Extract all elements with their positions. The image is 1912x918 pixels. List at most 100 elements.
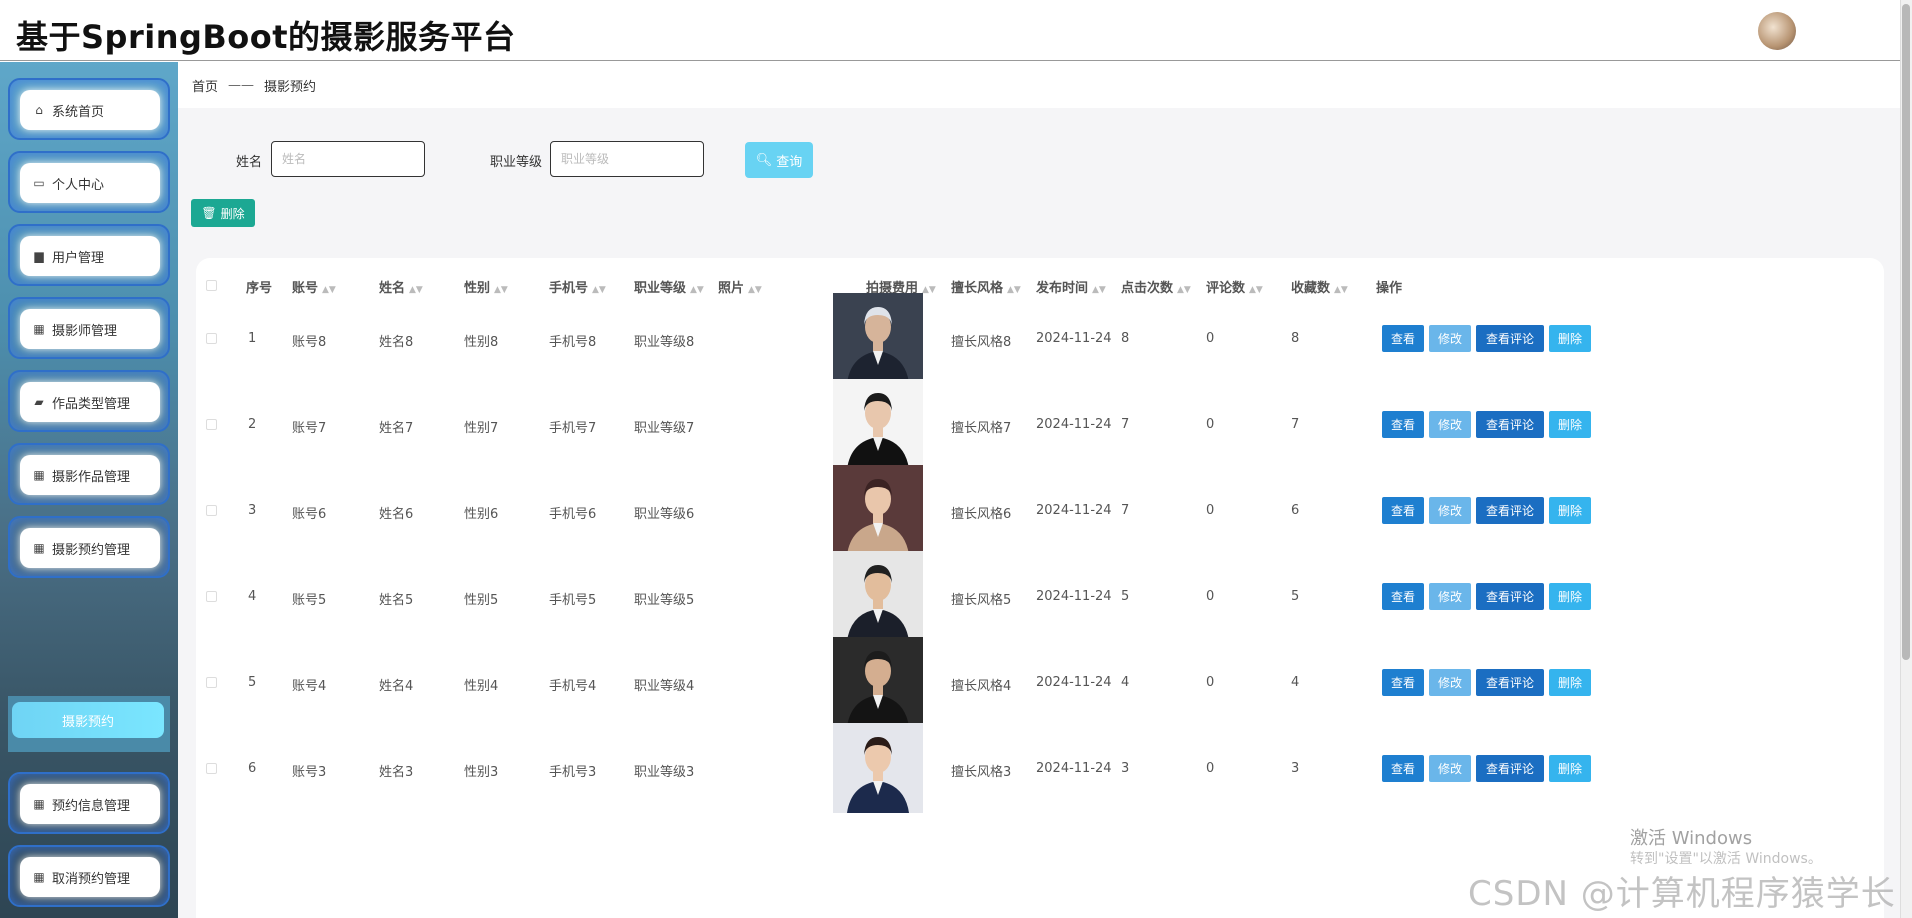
column-header[interactable]: 性别 ▲▼ — [464, 277, 508, 296]
view-button[interactable]: 查看 — [1382, 497, 1424, 524]
delete-button[interactable]: 删除 — [1549, 497, 1591, 524]
delete-button[interactable]: 删除 — [1549, 583, 1591, 610]
cell-time: 2024-11-24 — [1036, 675, 1112, 690]
cell-favs: 8 — [1291, 331, 1300, 346]
sidebar-item-personal-center[interactable]: ▭ 个人中心 — [8, 151, 170, 213]
edit-button[interactable]: 修改 — [1429, 755, 1471, 782]
grid-icon: ▦ — [33, 322, 45, 336]
sidebar-subitem-photo-booking[interactable]: 摄影预约 — [12, 702, 164, 738]
cell-phone: 手机号8 — [549, 335, 597, 350]
view-button[interactable]: 查看 — [1382, 411, 1424, 438]
edit-button[interactable]: 修改 — [1429, 411, 1471, 438]
column-header[interactable]: 账号 ▲▼ — [292, 277, 336, 296]
sidebar-item-work-type-management[interactable]: ▰ 作品类型管理 — [8, 370, 170, 432]
breadcrumb: 首页 —— 摄影预约 — [178, 62, 1900, 108]
edit-button[interactable]: 修改 — [1429, 669, 1471, 696]
edit-button[interactable]: 修改 — [1429, 583, 1471, 610]
portrait-photo — [833, 723, 923, 813]
portrait-photo — [833, 379, 923, 469]
sidebar-item-booking-info-management[interactable]: ▦ 预约信息管理 — [8, 772, 170, 834]
cell-style: 擅长风格5 — [951, 593, 1012, 608]
cell-comments: 0 — [1206, 675, 1215, 690]
delete-button[interactable]: 删除 — [1549, 411, 1591, 438]
sort-icon: ▲▼ — [1334, 285, 1348, 295]
column-header[interactable]: 照片 ▲▼ — [718, 277, 762, 296]
row-checkbox[interactable] — [206, 591, 217, 602]
cell-no: 1 — [248, 331, 257, 346]
view-button[interactable]: 查看 — [1382, 755, 1424, 782]
column-header[interactable]: 发布时间 ▲▼ — [1036, 277, 1106, 296]
column-header[interactable]: 手机号 ▲▼ — [549, 277, 606, 296]
query-button[interactable]: 🔍︎ 查询 — [745, 142, 813, 178]
sidebar-item-home[interactable]: ⌂ 系统首页 — [8, 78, 170, 140]
sidebar-item-cancel-booking-management[interactable]: ▦ 取消预约管理 — [8, 845, 170, 907]
cell-style: 擅长风格4 — [951, 679, 1012, 694]
delete-button[interactable]: 删除 — [1549, 669, 1591, 696]
grid-icon: ▦ — [33, 870, 45, 884]
sidebar-item-booking-management[interactable]: ▦ 摄影预约管理 — [8, 516, 170, 578]
main-content: 首页 —— 摄影预约 姓名 职业等级 🔍︎ 查询 🗑︎ 删除 序号 账号▲▼ 姓… — [178, 62, 1900, 918]
sidebar: ⌂ 系统首页 ▭ 个人中心 ▆ 用户管理 ▦ 摄影师管理 ▰ 作品类型管理 ▦ 摄影作品管理… — [0, 62, 178, 918]
edit-button[interactable]: 修改 — [1429, 497, 1471, 524]
cell-favs: 5 — [1291, 589, 1300, 604]
cell-favs: 3 — [1291, 761, 1300, 776]
user-icon: ▆ — [34, 249, 44, 263]
sidebar-item-photo-work-management[interactable]: ▦ 摄影作品管理 — [8, 443, 170, 505]
delete-button[interactable]: 删除 — [1549, 755, 1591, 782]
name-label: 姓名 — [236, 155, 263, 170]
view-button[interactable]: 查看 — [1382, 325, 1424, 352]
view-comments-button[interactable]: 查看评论 — [1476, 669, 1544, 696]
cell-time: 2024-11-24 — [1036, 761, 1112, 776]
view-comments-button[interactable]: 查看评论 — [1476, 411, 1544, 438]
column-header[interactable]: 擅长风格 ▲▼ — [951, 277, 1021, 296]
sidebar-submenu: 摄影预约 — [8, 696, 170, 752]
delete-button[interactable]: 删除 — [1549, 325, 1591, 352]
sidebar-item-user-management[interactable]: ▆ 用户管理 — [8, 224, 170, 286]
row-checkbox[interactable] — [206, 677, 217, 688]
sort-icon: ▲▼ — [748, 285, 762, 295]
view-comments-button[interactable]: 查看评论 — [1476, 583, 1544, 610]
row-checkbox[interactable] — [206, 333, 217, 344]
sidebar-item-label: 预约信息管理 — [52, 798, 131, 814]
page-scrollbar-thumb[interactable] — [1902, 4, 1910, 660]
cell-comments: 0 — [1206, 761, 1215, 776]
cell-name: 姓名4 — [379, 679, 414, 694]
row-checkbox[interactable] — [206, 505, 217, 516]
name-search-input[interactable] — [271, 141, 425, 177]
windows-activation-subtitle: 转到"设置"以激活 Windows。 — [1630, 851, 1822, 867]
edit-button[interactable]: 修改 — [1429, 325, 1471, 352]
cell-gender: 性别5 — [464, 593, 499, 608]
row-checkbox[interactable] — [206, 419, 217, 430]
bulk-delete-button[interactable]: 🗑︎ 删除 — [191, 199, 255, 227]
sort-icon: ▲▼ — [922, 285, 936, 295]
cell-account: 账号5 — [292, 593, 327, 608]
sidebar-item-photographer-management[interactable]: ▦ 摄影师管理 — [8, 297, 170, 359]
breadcrumb-current: 摄影预约 — [264, 79, 317, 95]
view-comments-button[interactable]: 查看评论 — [1476, 497, 1544, 524]
breadcrumb-home[interactable]: 首页 — [192, 76, 218, 95]
cell-account: 账号3 — [292, 765, 327, 780]
avatar[interactable] — [1758, 12, 1796, 50]
column-header[interactable]: 姓名 ▲▼ — [379, 277, 423, 296]
level-search-input[interactable] — [550, 141, 704, 177]
cell-level: 职业等级8 — [634, 335, 695, 350]
view-comments-button[interactable]: 查看评论 — [1476, 755, 1544, 782]
cell-clicks: 8 — [1121, 331, 1130, 346]
view-button[interactable]: 查看 — [1382, 669, 1424, 696]
select-all-checkbox[interactable] — [206, 280, 217, 291]
column-header[interactable]: 点击次数 ▲▼ — [1121, 277, 1191, 296]
sort-icon: ▲▼ — [1092, 285, 1106, 295]
column-header[interactable]: 职业等级 ▲▼ — [634, 277, 704, 296]
view-comments-button[interactable]: 查看评论 — [1476, 325, 1544, 352]
cell-comments: 0 — [1206, 331, 1215, 346]
sort-icon: ▲▼ — [592, 285, 606, 295]
row-checkbox[interactable] — [206, 763, 217, 774]
cell-comments: 0 — [1206, 589, 1215, 604]
column-header[interactable]: 收藏数 ▲▼ — [1291, 277, 1348, 296]
view-button[interactable]: 查看 — [1382, 583, 1424, 610]
grid-icon: ▦ — [33, 541, 45, 555]
app-header: 基于SpringBoot的摄影服务平台 — [0, 0, 1900, 61]
cell-comments: 0 — [1206, 417, 1215, 432]
sidebar-item-label: 个人中心 — [52, 177, 105, 193]
column-header[interactable]: 评论数 ▲▼ — [1206, 277, 1263, 296]
